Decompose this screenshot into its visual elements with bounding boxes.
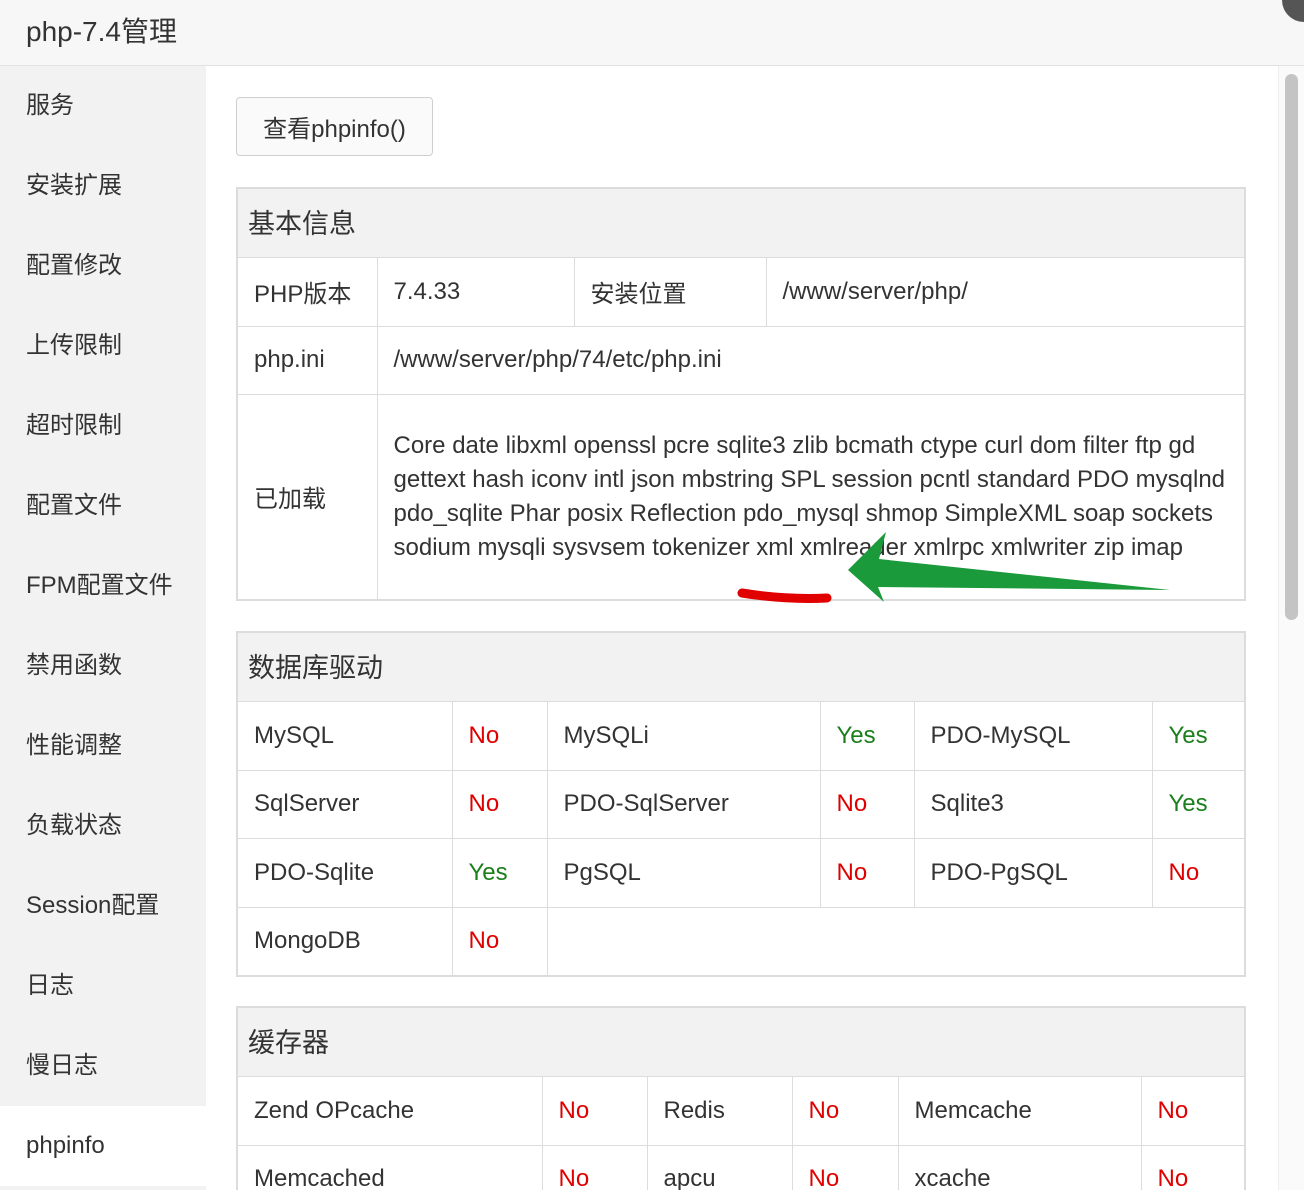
sidebar-item-slow-log[interactable]: 慢日志 [0,1026,206,1106]
driver-name: PDO-SqlServer [546,769,821,839]
sidebar-item-install-extension[interactable]: 安装扩展 [0,146,206,226]
cache-name: apcu [646,1144,793,1190]
basic-info-panel: 基本信息 PHP版本 7.4.33 安装位置 /www/server/php/ … [236,187,1246,601]
driver-status: No [451,769,548,839]
install-path-label: 安装位置 [573,258,767,327]
install-path-value: /www/server/php/ [765,258,1244,327]
cache-name: Redis [646,1077,793,1146]
driver-status: Yes [451,837,548,908]
loaded-extensions-value: Core date libxml openssl pcre sqlite3 zl… [376,393,1244,599]
cache-status: No [791,1144,899,1190]
sidebar-item-log[interactable]: 日志 [0,946,206,1026]
cache-panel: 缓存器 Zend OPcache No Redis No Memcache No… [236,1006,1246,1190]
title-bar: php-7.4管理 [0,0,1304,66]
php-version-value: 7.4.33 [376,258,575,327]
cache-status: No [1140,1077,1244,1146]
ini-label: php.ini [238,325,378,395]
cache-table: Zend OPcache No Redis No Memcache No Mem… [238,1077,1244,1190]
sidebar-item-fpm-config[interactable]: FPM配置文件 [0,546,206,626]
cache-name: Memcached [238,1144,543,1190]
php-version-label: PHP版本 [238,258,378,327]
panel-title: 基本信息 [238,189,1244,258]
cache-status: No [541,1077,648,1146]
sidebar-item-config-file[interactable]: 配置文件 [0,466,206,546]
driver-status: Yes [1151,769,1244,839]
cache-name: Memcache [897,1077,1142,1146]
sidebar-item-phpinfo[interactable]: phpinfo [0,1106,206,1186]
view-phpinfo-button[interactable]: 查看phpinfo() [236,97,433,156]
sidebar-item-disabled-functions[interactable]: 禁用函数 [0,626,206,706]
driver-status: No [451,702,548,771]
driver-status: No [819,769,915,839]
db-driver-table: MySQL No MySQLi Yes PDO-MySQL Yes SqlSer… [238,702,1244,975]
cache-name: xcache [897,1144,1142,1190]
sidebar-item-timeout-limit[interactable]: 超时限制 [0,386,206,466]
sidebar: 服务 安装扩展 配置修改 上传限制 超时限制 配置文件 FPM配置文件 禁用函数… [0,66,206,1190]
sidebar-item-performance[interactable]: 性能调整 [0,706,206,786]
cache-name: Zend OPcache [238,1077,543,1146]
driver-status: Yes [1151,702,1244,771]
driver-status: No [819,837,915,908]
sidebar-item-upload-limit[interactable]: 上传限制 [0,306,206,386]
driver-name: Sqlite3 [913,769,1153,839]
main-content: 查看phpinfo() 基本信息 PHP版本 7.4.33 安装位置 /www/… [206,66,1278,1190]
ini-path-value: /www/server/php/74/etc/php.ini [376,325,1244,395]
sidebar-item-config-edit[interactable]: 配置修改 [0,226,206,306]
driver-name: MongoDB [238,906,453,975]
empty-cell [546,906,1244,975]
cache-status: No [791,1077,899,1146]
scrollbar-thumb[interactable] [1285,74,1298,620]
driver-name: MySQL [238,702,453,771]
window-title: php-7.4管理 [26,16,177,47]
cache-status: No [1140,1144,1244,1190]
driver-status: No [1151,837,1244,908]
sidebar-item-service[interactable]: 服务 [0,66,206,146]
driver-name: PDO-Sqlite [238,837,453,908]
driver-status: Yes [819,702,915,771]
db-driver-panel: 数据库驱动 MySQL No MySQLi Yes PDO-MySQL Yes … [236,631,1246,977]
close-icon[interactable] [1282,0,1304,22]
driver-name: MySQLi [546,702,821,771]
cache-status: No [541,1144,648,1190]
driver-name: PDO-PgSQL [913,837,1153,908]
sidebar-item-load-status[interactable]: 负载状态 [0,786,206,866]
panel-title: 缓存器 [238,1008,1244,1077]
driver-name: SqlServer [238,769,453,839]
driver-name: PDO-MySQL [913,702,1153,771]
panel-title: 数据库驱动 [238,633,1244,702]
loaded-label: 已加载 [238,393,378,599]
scrollbar[interactable] [1278,66,1304,1190]
sidebar-item-session-config[interactable]: Session配置 [0,866,206,946]
basic-info-table: PHP版本 7.4.33 安装位置 /www/server/php/ php.i… [238,258,1244,599]
driver-name: PgSQL [546,837,821,908]
driver-status: No [451,906,548,975]
